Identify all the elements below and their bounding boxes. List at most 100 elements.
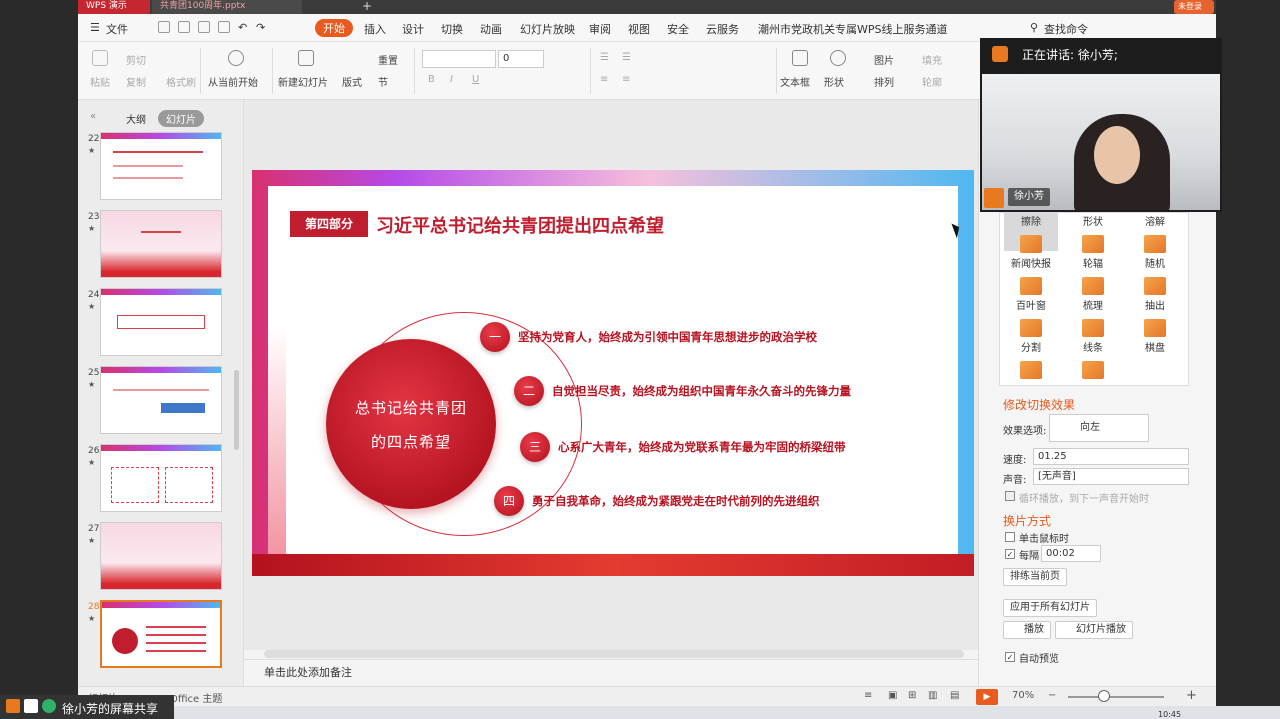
fill-button[interactable]: 填充 [922,52,942,67]
zoom-slider-thumb[interactable] [1098,690,1110,702]
zoom-in-icon[interactable]: + [1186,688,1197,703]
loop-sound-checkbox[interactable] [1005,491,1015,501]
effect-more-1[interactable] [1004,359,1058,397]
undo-icon[interactable]: ↶ [238,21,247,34]
arrange-button[interactable]: 排列 [874,74,894,89]
effect-random[interactable]: 随机 [1128,233,1182,271]
slide-thumbnail[interactable] [100,210,222,278]
zoom-out-icon[interactable]: − [1048,690,1056,701]
print-icon[interactable] [178,21,190,33]
layout-button[interactable]: 版式 [342,74,362,89]
textbox-icon[interactable] [792,50,808,66]
new-slide-icon[interactable] [298,50,314,66]
tab-slides[interactable]: 幻灯片 [158,110,204,127]
slide-thumbnail[interactable] [100,132,222,200]
every-checkbox[interactable]: ✓ [1005,549,1015,559]
menu-tab-animation[interactable]: 动画 [480,21,502,37]
menu-tab-insert[interactable]: 插入 [364,21,386,37]
underline-button[interactable]: U [472,74,479,85]
menu-tab-view[interactable]: 视图 [628,21,650,37]
effect-wheel[interactable]: 轮辐 [1066,233,1120,271]
cut-button[interactable]: 剪切 [126,52,146,67]
slide-thumbnail[interactable] [100,288,222,356]
italic-button[interactable]: I [450,74,453,85]
effect-lines[interactable]: 线条 [1066,317,1120,355]
shape-icon[interactable] [830,50,846,66]
slide-thumbnail[interactable] [100,444,222,512]
menu-tab-security[interactable]: 安全 [667,21,689,37]
play-from-current-button[interactable]: 从当前开始 [208,74,258,89]
effect-newsflash[interactable]: 新闻快报 [1004,233,1058,271]
slide-thumbnail-row[interactable]: 24 ★ [84,288,234,358]
slide-thumbnail-row[interactable]: 23 ★ [84,210,234,280]
slide-thumbnail-selected[interactable] [100,600,222,668]
menu-tab-start[interactable]: 开始 [315,19,353,37]
search-icon[interactable]: ⚲ [1030,21,1038,34]
slide-thumbnail-row[interactable]: 25 ★ [84,366,234,436]
copy-button[interactable]: 复制 [126,74,146,89]
font-size-select[interactable]: 0 [498,50,544,68]
tab-outline[interactable]: 大纲 [118,110,154,127]
align-center-icon[interactable]: ≡ [622,74,630,85]
effect-more-2[interactable] [1066,359,1120,397]
play-from-current-icon[interactable] [228,50,244,66]
menu-tab-cloud[interactable]: 云服务 [706,21,739,37]
notes-placeholder[interactable]: 单击此处添加备注 [264,664,352,680]
outline-button[interactable]: 轮廓 [922,74,942,89]
bold-button[interactable]: B [428,74,435,85]
redo-icon[interactable]: ↷ [256,21,265,34]
video-call-window[interactable]: 正在讲话: 徐小芳; 徐小芳 [980,38,1222,212]
menu-tab-review[interactable]: 审阅 [589,21,611,37]
sorter-view-icon[interactable]: ⊞ [908,690,916,701]
point-text[interactable]: 自觉担当尽责，始终成为组织中国青年永久奋斗的先锋力量 [552,383,851,399]
slide-thumbnail[interactable] [100,522,222,590]
align-left-icon[interactable]: ≡ [600,74,608,85]
play-button[interactable]: 播放 [1003,621,1051,639]
point-number-badge[interactable]: 四 [494,486,524,516]
numbered-list-icon[interactable]: ☰ [622,52,631,63]
font-name-select[interactable] [422,50,496,68]
effect-blinds[interactable]: 百叶窗 [1004,275,1058,313]
zoom-level[interactable]: 70% [1012,690,1034,701]
notes-toggle-icon[interactable]: ≡ [864,690,872,701]
every-time-input[interactable]: 00:02 [1041,545,1101,562]
point-text[interactable]: 心系广大青年，始终成为党联系青年最为牢固的桥梁纽带 [558,439,846,455]
effect-pull[interactable]: 抽出 [1128,275,1182,313]
section-badge[interactable]: 第四部分 [290,211,368,237]
point-text[interactable]: 勇于自我革命，始终成为紧跟党走在时代前列的先进组织 [532,493,820,509]
hamburger-icon[interactable]: ☰ [90,21,100,34]
theme-name[interactable]: Office 主题 [170,690,222,705]
zoom-slider-track[interactable] [1068,696,1164,698]
collapse-panel-icon[interactable]: « [82,110,104,123]
slide-thumbnail-row[interactable]: 27 ★ [84,522,234,592]
point-number-badge[interactable]: 一 [480,322,510,352]
save-icon[interactable] [158,21,170,33]
paste-button[interactable]: 粘贴 [90,74,110,89]
current-slide[interactable]: 第四部分 习近平总书记给共青团提出四点希望 总书记给共青团 的四点希望 一 坚持… [252,170,974,576]
speed-input[interactable]: 01.25 [1033,448,1189,465]
paste-icon[interactable] [92,50,108,66]
menu-tab-transition[interactable]: 切换 [441,21,463,37]
slideshow-play-button[interactable]: ▶ [976,689,998,705]
effect-option-select[interactable]: 向左 [1049,414,1149,442]
menu-tab-slideshow[interactable]: 幻灯片放映 [520,21,575,37]
slideshow-button[interactable]: 幻灯片播放 [1055,621,1133,639]
bullet-list-icon[interactable]: ☰ [600,52,609,63]
horizontal-scrollbar[interactable] [264,650,964,658]
notes-pane[interactable]: 单击此处添加备注 [244,659,978,681]
reset-button[interactable]: 重置 [378,52,398,67]
section-button[interactable]: 节 [378,74,388,89]
slide-thumbnail-row[interactable]: 22 ★ [84,132,234,202]
reading-view-icon[interactable]: ▥ [928,690,937,701]
document-tab[interactable]: 共青团100周年.pptx [152,0,302,14]
image-button[interactable]: 图片 [874,52,894,67]
search-command[interactable]: 查找命令 [1044,21,1088,37]
on-click-checkbox[interactable] [1005,532,1015,542]
format-painter-button[interactable]: 格式刷 [166,74,196,89]
sound-select[interactable]: [无声音] [1033,468,1189,485]
wps-app-tab[interactable]: WPS 演示 [78,0,150,14]
login-button[interactable]: 未登录 [1174,0,1214,14]
effect-split[interactable]: 分割 [1004,317,1058,355]
presenter-view-icon[interactable]: ▤ [950,690,959,701]
point-text[interactable]: 坚持为党育人，始终成为引领中国青年思想进步的政治学校 [518,329,817,345]
